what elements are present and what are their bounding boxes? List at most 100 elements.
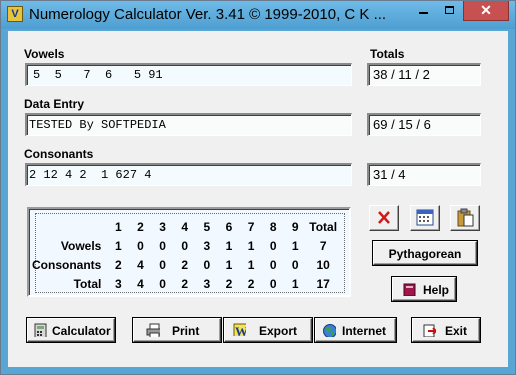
exit-button[interactable]: Exit <box>412 318 480 342</box>
exit-label: Exit <box>445 324 468 338</box>
calculator-button[interactable]: Calculator <box>27 318 115 342</box>
table-cell: 3 <box>115 276 122 291</box>
table-cell: 0 <box>203 257 211 272</box>
table-cell: 10 <box>316 257 330 272</box>
app-window: V Numerology Calculator Ver. 3.41 © 1999… <box>0 0 516 375</box>
header-cell: 5 <box>203 219 211 234</box>
table-cell: 1 <box>247 257 255 272</box>
table-cell: 1 <box>225 238 233 253</box>
maximize-icon <box>445 6 454 14</box>
printer-icon <box>146 323 160 337</box>
vowels-value: 5 5 7 6 5 91 <box>33 68 163 82</box>
table-cell: 4 <box>137 257 144 272</box>
table-cell: 1 <box>291 238 299 253</box>
table-cell: 2 <box>247 276 255 291</box>
maximize-button[interactable] <box>437 1 463 21</box>
vowels-total-field[interactable]: 38 / 11 / 2 <box>367 63 481 86</box>
table-cell: 0 <box>269 257 277 272</box>
table-cell: 7 <box>319 238 327 253</box>
vowels-total-value: 38 / 11 / 2 <box>373 67 430 82</box>
number-table-panel: 1 2 3 4 5 6 7 8 9 Total Vowels 1 0 0 0 3… <box>27 207 351 297</box>
table-cell: 3 <box>203 276 211 291</box>
svg-text:W: W <box>235 324 246 336</box>
globe-icon <box>323 324 336 337</box>
help-label: Help <box>423 283 450 297</box>
vowels-label: Vowels <box>24 47 65 61</box>
exit-door-icon <box>423 324 436 337</box>
table-cell: 4 <box>137 276 144 291</box>
clipboard-icon <box>457 208 474 227</box>
consonants-total-field[interactable]: 31 / 4 <box>367 163 481 186</box>
table-header-row: 1 2 3 4 5 6 7 8 9 Total <box>32 217 340 236</box>
number-table-frame: 1 2 3 4 5 6 7 8 9 Total Vowels 1 0 0 0 3… <box>32 213 345 293</box>
table-cell: 0 <box>181 238 189 253</box>
print-button[interactable]: Print <box>133 318 221 342</box>
clear-button[interactable] <box>369 205 399 231</box>
table-cell: 1 <box>225 257 233 272</box>
header-cell: 7 <box>247 219 255 234</box>
book-icon <box>403 283 416 296</box>
table-cell: 1 <box>247 238 255 253</box>
main-panel: Vowels Totals Data Entry Consonants 5 5 … <box>8 31 508 367</box>
table-cell: 2 <box>225 276 233 291</box>
header-cell: 4 <box>181 219 189 234</box>
entry-total-value: 69 / 15 / 6 <box>373 117 431 132</box>
table-cell: 2 <box>115 257 122 272</box>
close-icon: ✕ <box>480 2 492 18</box>
table-row: Consonants 2 4 0 2 0 1 1 0 0 10 <box>32 255 340 274</box>
minimize-icon <box>419 12 428 14</box>
table-cell: 0 <box>269 238 277 253</box>
header-cell: 6 <box>225 219 233 234</box>
table-cell: 0 <box>159 238 166 253</box>
table-cell: 17 <box>316 276 330 291</box>
app-icon[interactable]: V <box>7 6 23 22</box>
table-cell: 0 <box>159 257 166 272</box>
calculator-label: Calculator <box>52 324 111 338</box>
table-row: Vowels 1 0 0 0 3 1 1 0 1 7 <box>32 236 340 255</box>
minimize-button[interactable] <box>411 1 437 21</box>
pythagorean-button[interactable]: Pythagorean <box>373 241 477 265</box>
data-entry-input[interactable]: TESTED By SOFTPEDIA <box>25 113 352 136</box>
table-cell: 3 <box>203 238 211 253</box>
export-label: Export <box>259 324 298 338</box>
internet-button[interactable]: Internet <box>315 318 396 342</box>
export-button[interactable]: W Export <box>224 318 312 342</box>
table-cell: 2 <box>181 276 189 291</box>
internet-label: Internet <box>342 324 387 338</box>
red-x-icon <box>378 211 390 224</box>
consonants-field[interactable]: 2 12 4 2 1 627 4 <box>25 163 352 186</box>
table-cell: 0 <box>137 238 144 253</box>
pythagorean-label: Pythagorean <box>388 247 462 261</box>
title-bar[interactable]: V Numerology Calculator Ver. 3.41 © 1999… <box>1 1 515 29</box>
table-cell: 0 <box>291 257 299 272</box>
window-title: Numerology Calculator Ver. 3.41 © 1999-2… <box>29 6 387 23</box>
entry-total-field[interactable]: 69 / 15 / 6 <box>367 113 481 136</box>
header-cell: 9 <box>291 219 299 234</box>
header-cell: 1 <box>115 219 122 234</box>
consonants-label: Consonants <box>24 147 94 161</box>
number-table: 1 2 3 4 5 6 7 8 9 Total Vowels 1 0 0 0 3… <box>32 217 340 293</box>
consonants-value: 2 12 4 2 1 627 4 <box>29 168 152 182</box>
row-label: Vowels <box>60 238 102 253</box>
header-cell: Total <box>309 219 338 234</box>
table-cell: 1 <box>291 276 299 291</box>
consonants-total-value: 31 / 4 <box>373 167 406 182</box>
calculator-icon <box>34 323 47 337</box>
table-cell: 2 <box>181 257 189 272</box>
header-cell: 2 <box>137 219 144 234</box>
totals-label: Totals <box>370 47 405 61</box>
header-cell: 3 <box>159 219 166 234</box>
help-button[interactable]: Help <box>392 277 456 301</box>
row-label: Total <box>73 276 102 291</box>
data-entry-label: Data Entry <box>24 97 85 111</box>
table-cell: 0 <box>159 276 166 291</box>
calendar-button[interactable] <box>410 205 440 231</box>
row-label: Consonants <box>32 257 102 272</box>
paste-button[interactable] <box>450 205 480 231</box>
table-cell: 1 <box>115 238 122 253</box>
vowels-field[interactable]: 5 5 7 6 5 91 <box>25 63 352 86</box>
table-row: Total 3 4 0 2 3 2 2 0 1 17 <box>32 274 340 293</box>
calendar-icon <box>416 209 434 226</box>
data-entry-value: TESTED By SOFTPEDIA <box>29 118 166 132</box>
close-button[interactable]: ✕ <box>463 1 509 21</box>
